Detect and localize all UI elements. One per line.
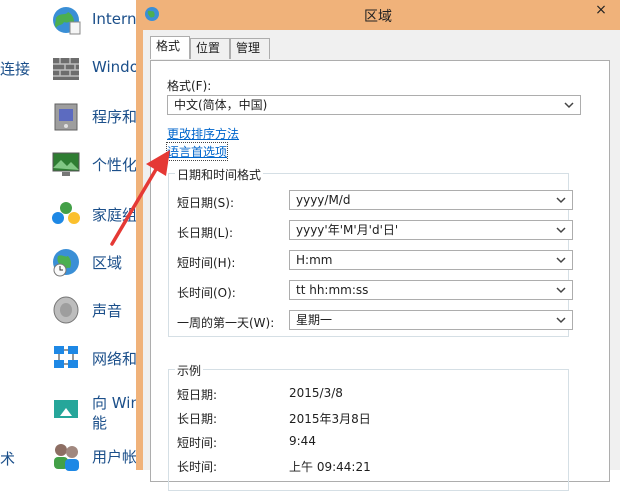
short-date-label: 短日期(S): [177,196,235,210]
chevron-down-icon [556,317,566,324]
cp-item-label: 区域 [92,254,123,272]
short-time-label: 短时间(H): [177,256,236,270]
formats-panel: 格式(F): 中文(简体，中国) 更改排序方法 语言首选项 日期和时间格式 短日… [150,60,610,491]
language-preferences-link[interactable]: 语言首选项 [165,142,229,161]
chevron-down-icon [556,287,566,294]
close-button[interactable]: × [588,0,614,22]
region-dialog: 区域 × 格式 位置 管理 格式(F): 中文(简体，中国) 更改排序方法 语言… [136,0,620,491]
example-short-time-value: 9:44 [289,434,316,448]
control-panel-left-label-2: 术 [0,450,16,468]
first-day-value: 星期一 [296,313,333,327]
short-time-select[interactable]: H:mm [289,250,573,270]
long-date-select[interactable]: yyyy'年'M'月'd'日' [289,220,573,240]
sound-icon [53,296,79,324]
long-time-value: tt hh:mm:ss [296,283,369,297]
cp-item-label: Intern [92,10,137,28]
cp-item-label: Windo [92,58,139,76]
homegroup-icon [52,202,80,224]
example-long-time-label: 长时间: [177,460,218,474]
programs-features-icon [54,103,78,131]
chevron-down-icon [564,102,574,109]
example-long-date-value: 2015年3月8日 [289,412,371,426]
control-panel-left-label-1: 连接 [0,60,31,78]
first-day-label: 一周的第一天(W): [177,316,275,330]
format-select[interactable]: 中文(简体，中国) [167,95,581,115]
tab-administrative[interactable]: 管理 [230,38,270,59]
datetime-group-title: 日期和时间格式 [175,166,264,183]
datetime-formats-group: 日期和时间格式 短日期(S): yyyy/M/d 长日期(L): yyyy'年'… [168,166,573,337]
cp-item-label: 声音 [92,302,123,320]
network-icon [54,346,78,368]
tab-location[interactable]: 位置 [190,38,230,59]
short-date-select[interactable]: yyyy/M/d [289,190,573,210]
add-features-icon [54,400,78,418]
change-sort-link[interactable]: 更改排序方法 [167,125,239,142]
long-date-value: yyyy'年'M'月'd'日' [296,223,399,237]
cp-item-label: 向 Win [92,394,140,412]
dialog-title: 区域 [364,9,392,25]
cp-item-label-line2: 能 [92,414,108,432]
chevron-down-icon [556,227,566,234]
chevron-down-icon [556,257,566,264]
long-time-label: 长时间(O): [177,286,236,300]
short-time-value: H:mm [296,253,333,267]
examples-group: 示例 短日期: 2015/3/8 长日期: 2015年3月8日 短时间: 9:4… [168,362,569,491]
long-time-select[interactable]: tt hh:mm:ss [289,280,573,300]
example-long-time-value: 上午 09:44:21 [289,460,371,474]
cp-item-label: 家庭组 [92,206,138,224]
example-short-time-label: 短时间: [177,436,218,450]
cp-item-label: 用户帐 [92,448,138,466]
short-date-value: yyyy/M/d [296,193,351,207]
internet-options-icon [53,7,81,35]
format-label: 格式(F): [167,79,212,93]
cp-item-label: 个性化 [92,156,138,174]
example-short-date-value: 2015/3/8 [289,386,343,400]
dialog-titlebar[interactable]: 区域 × [136,0,620,30]
example-long-date-label: 长日期: [177,412,218,426]
examples-group-title: 示例 [175,362,204,379]
format-select-value: 中文(简体，中国) [174,98,268,112]
chevron-down-icon [556,197,566,204]
region-icon [53,249,79,277]
windows-firewall-icon [53,58,79,80]
example-short-date-label: 短日期: [177,388,218,402]
tab-formats[interactable]: 格式 [150,36,190,59]
first-day-select[interactable]: 星期一 [289,310,573,330]
user-accounts-icon [54,444,79,471]
long-date-label: 长日期(L): [177,226,234,240]
personalization-icon [52,152,80,176]
cp-item-label: 程序和 [92,108,138,126]
dialog-body: 格式 位置 管理 格式(F): 中文(简体，中国) 更改排序方法 语言首选项 日… [143,30,620,491]
cp-item-label: 网络和 [92,350,138,368]
